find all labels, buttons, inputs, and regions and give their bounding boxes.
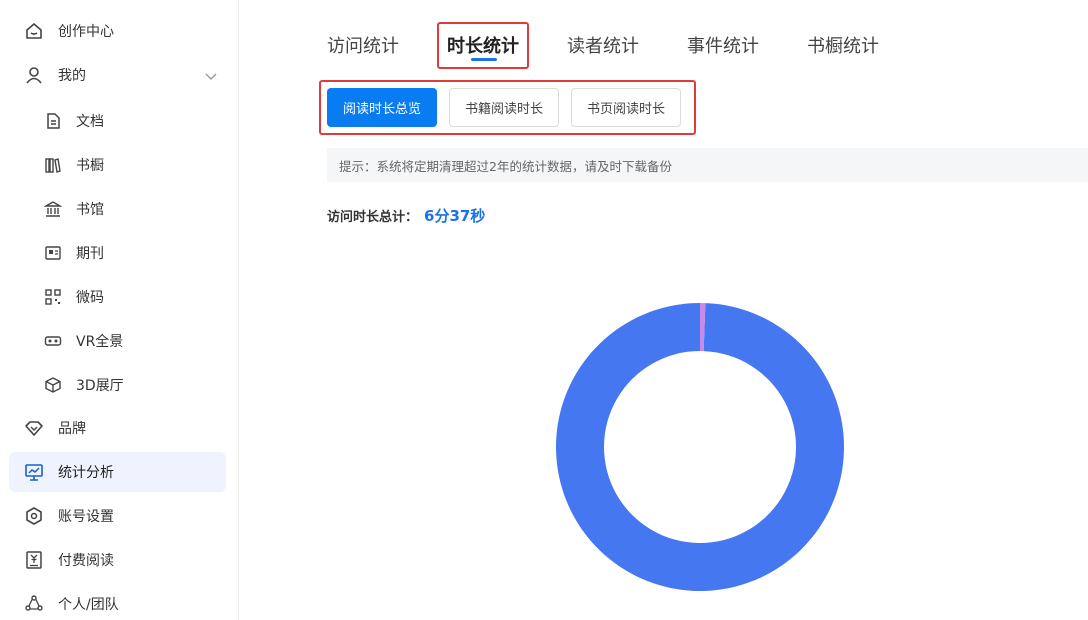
total-duration: 访问时长总计： 6分37秒 bbox=[327, 205, 485, 226]
sidebar-item-mine[interactable]: 我的 bbox=[24, 55, 86, 95]
sidebar-item-team[interactable]: 个人/团队 bbox=[24, 584, 119, 620]
sidebar-item-label: 书馆 bbox=[76, 202, 104, 218]
payment-icon bbox=[24, 550, 44, 570]
sidebar-item-vr[interactable]: VR全景 bbox=[44, 321, 123, 361]
sidebar-item-label: 个人/团队 bbox=[58, 597, 119, 613]
sidebar-item-library[interactable]: 书馆 bbox=[44, 189, 104, 229]
sidebar-item-statistics[interactable]: 统计分析 bbox=[24, 452, 114, 492]
library-icon bbox=[44, 200, 62, 218]
settings-icon bbox=[24, 506, 44, 526]
sidebar-item-label: 文档 bbox=[76, 114, 104, 130]
home-icon bbox=[24, 21, 44, 41]
subtab-page-reading-duration[interactable]: 书页阅读时长 bbox=[571, 88, 681, 127]
tab-event-stats[interactable]: 事件统计 bbox=[687, 32, 759, 58]
tab-bookshelf-stats[interactable]: 书橱统计 bbox=[807, 32, 879, 58]
sidebar-item-label: 3D展厅 bbox=[76, 378, 124, 394]
document-icon bbox=[44, 112, 62, 130]
sidebar-item-label: 我的 bbox=[58, 68, 86, 84]
chevron-down-icon[interactable] bbox=[204, 69, 218, 83]
total-value: 6分37秒 bbox=[424, 207, 486, 225]
sidebar-item-label: 品牌 bbox=[58, 421, 86, 437]
subtab-reading-overview[interactable]: 阅读时长总览 bbox=[327, 88, 437, 127]
sidebar-item-label: 创作中心 bbox=[58, 24, 114, 40]
diamond-icon bbox=[24, 418, 44, 438]
sidebar-item-label: 微码 bbox=[76, 290, 104, 306]
sidebar-item-label: 期刊 bbox=[76, 246, 104, 262]
sidebar-item-label: 付费阅读 bbox=[58, 553, 114, 569]
sidebar: 创作中心 我的 文档 书橱 书馆 期刊 微码 VR全景 3D展厅 品牌 统计分析… bbox=[0, 0, 239, 620]
sidebar-item-journal[interactable]: 期刊 bbox=[44, 233, 104, 273]
subtab-book-reading-duration[interactable]: 书籍阅读时长 bbox=[449, 88, 559, 127]
cube-icon bbox=[44, 376, 62, 394]
tab-reader-stats[interactable]: 读者统计 bbox=[567, 32, 639, 58]
sidebar-item-label: VR全景 bbox=[76, 334, 124, 350]
notice-banner: 提示：系统将定期清理超过2年的统计数据，请及时下载备份 bbox=[327, 148, 1088, 182]
sidebar-item-bookshelf[interactable]: 书橱 bbox=[44, 145, 104, 185]
sidebar-item-qrcode[interactable]: 微码 bbox=[44, 277, 104, 317]
sidebar-item-3d-hall[interactable]: 3D展厅 bbox=[44, 365, 124, 405]
app: 创作中心 我的 文档 书橱 书馆 期刊 微码 VR全景 3D展厅 品牌 统计分析… bbox=[0, 0, 1088, 620]
total-label: 访问时长总计： bbox=[327, 210, 419, 225]
sidebar-item-label: 统计分析 bbox=[58, 465, 114, 481]
sidebar-item-account-settings[interactable]: 账号设置 bbox=[24, 496, 114, 536]
chart-icon bbox=[24, 462, 44, 482]
team-icon bbox=[24, 594, 44, 614]
vr-icon bbox=[44, 332, 62, 350]
tab-visit-stats[interactable]: 访问统计 bbox=[327, 32, 399, 58]
bookshelf-icon bbox=[44, 156, 62, 174]
sidebar-item-label: 账号设置 bbox=[58, 509, 114, 525]
sidebar-item-brand[interactable]: 品牌 bbox=[24, 408, 86, 448]
sidebar-item-documents[interactable]: 文档 bbox=[44, 101, 104, 141]
notice-text: 提示：系统将定期清理超过2年的统计数据，请及时下载备份 bbox=[339, 158, 672, 174]
user-icon bbox=[24, 65, 44, 85]
qrcode-icon bbox=[44, 288, 62, 306]
highlight-box-tab bbox=[437, 22, 529, 69]
duration-donut-chart bbox=[556, 303, 844, 591]
journal-icon bbox=[44, 244, 62, 262]
sidebar-item-label: 书橱 bbox=[76, 158, 104, 174]
sidebar-item-creation-center[interactable]: 创作中心 bbox=[24, 11, 114, 51]
sidebar-item-paid-reading[interactable]: 付费阅读 bbox=[24, 540, 114, 580]
